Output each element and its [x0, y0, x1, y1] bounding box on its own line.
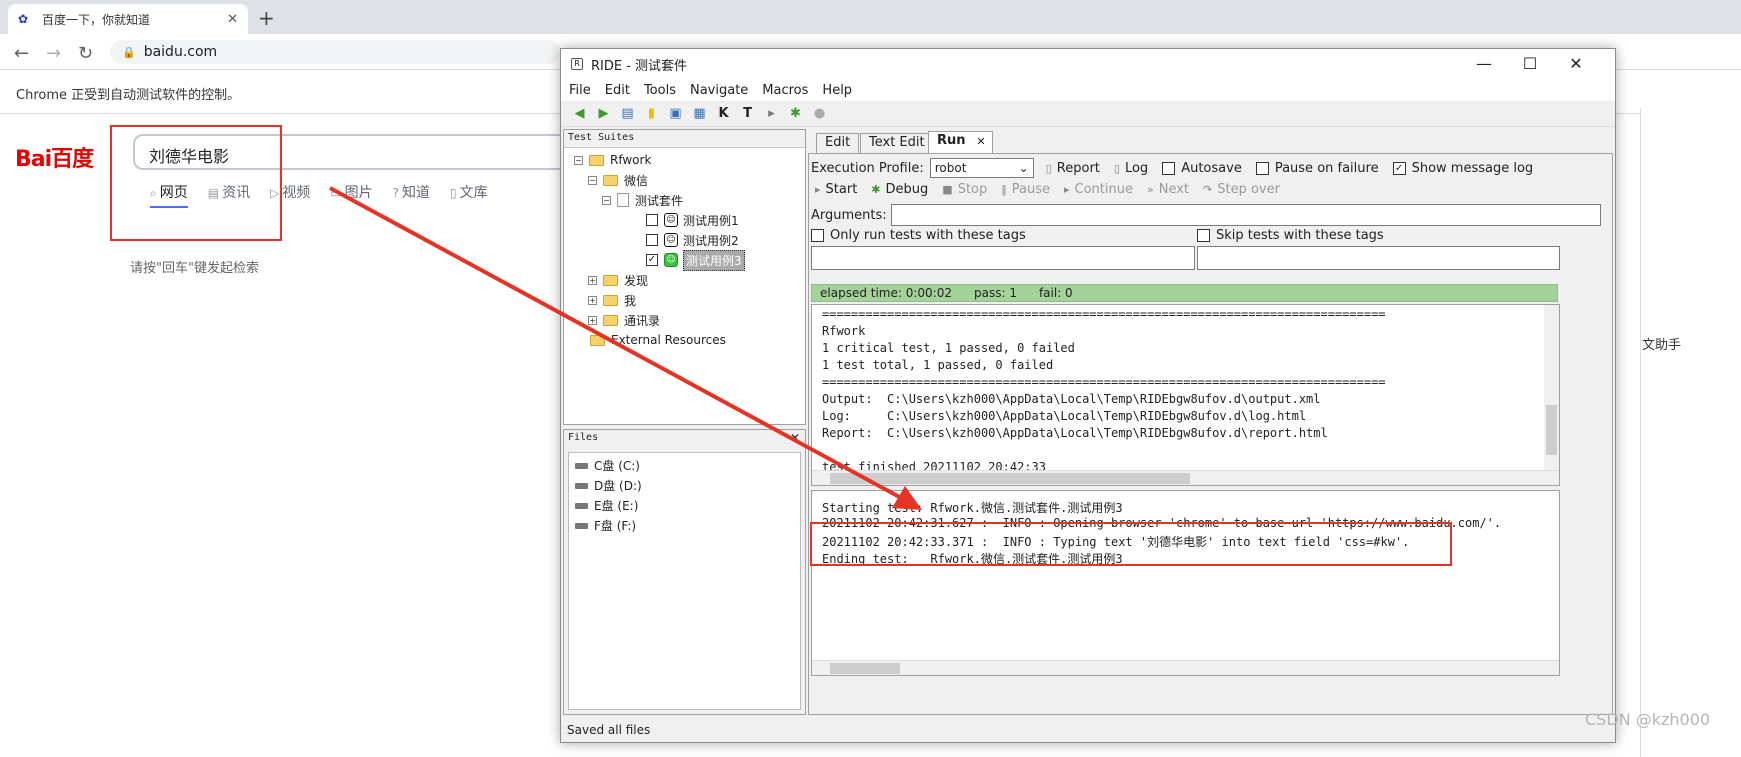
watermark: CSDN @kzh000 [1585, 710, 1711, 729]
annotation-arrow [329, 186, 922, 510]
annotation-arrowhead [892, 486, 922, 510]
annotation-arrow-line [329, 186, 906, 502]
